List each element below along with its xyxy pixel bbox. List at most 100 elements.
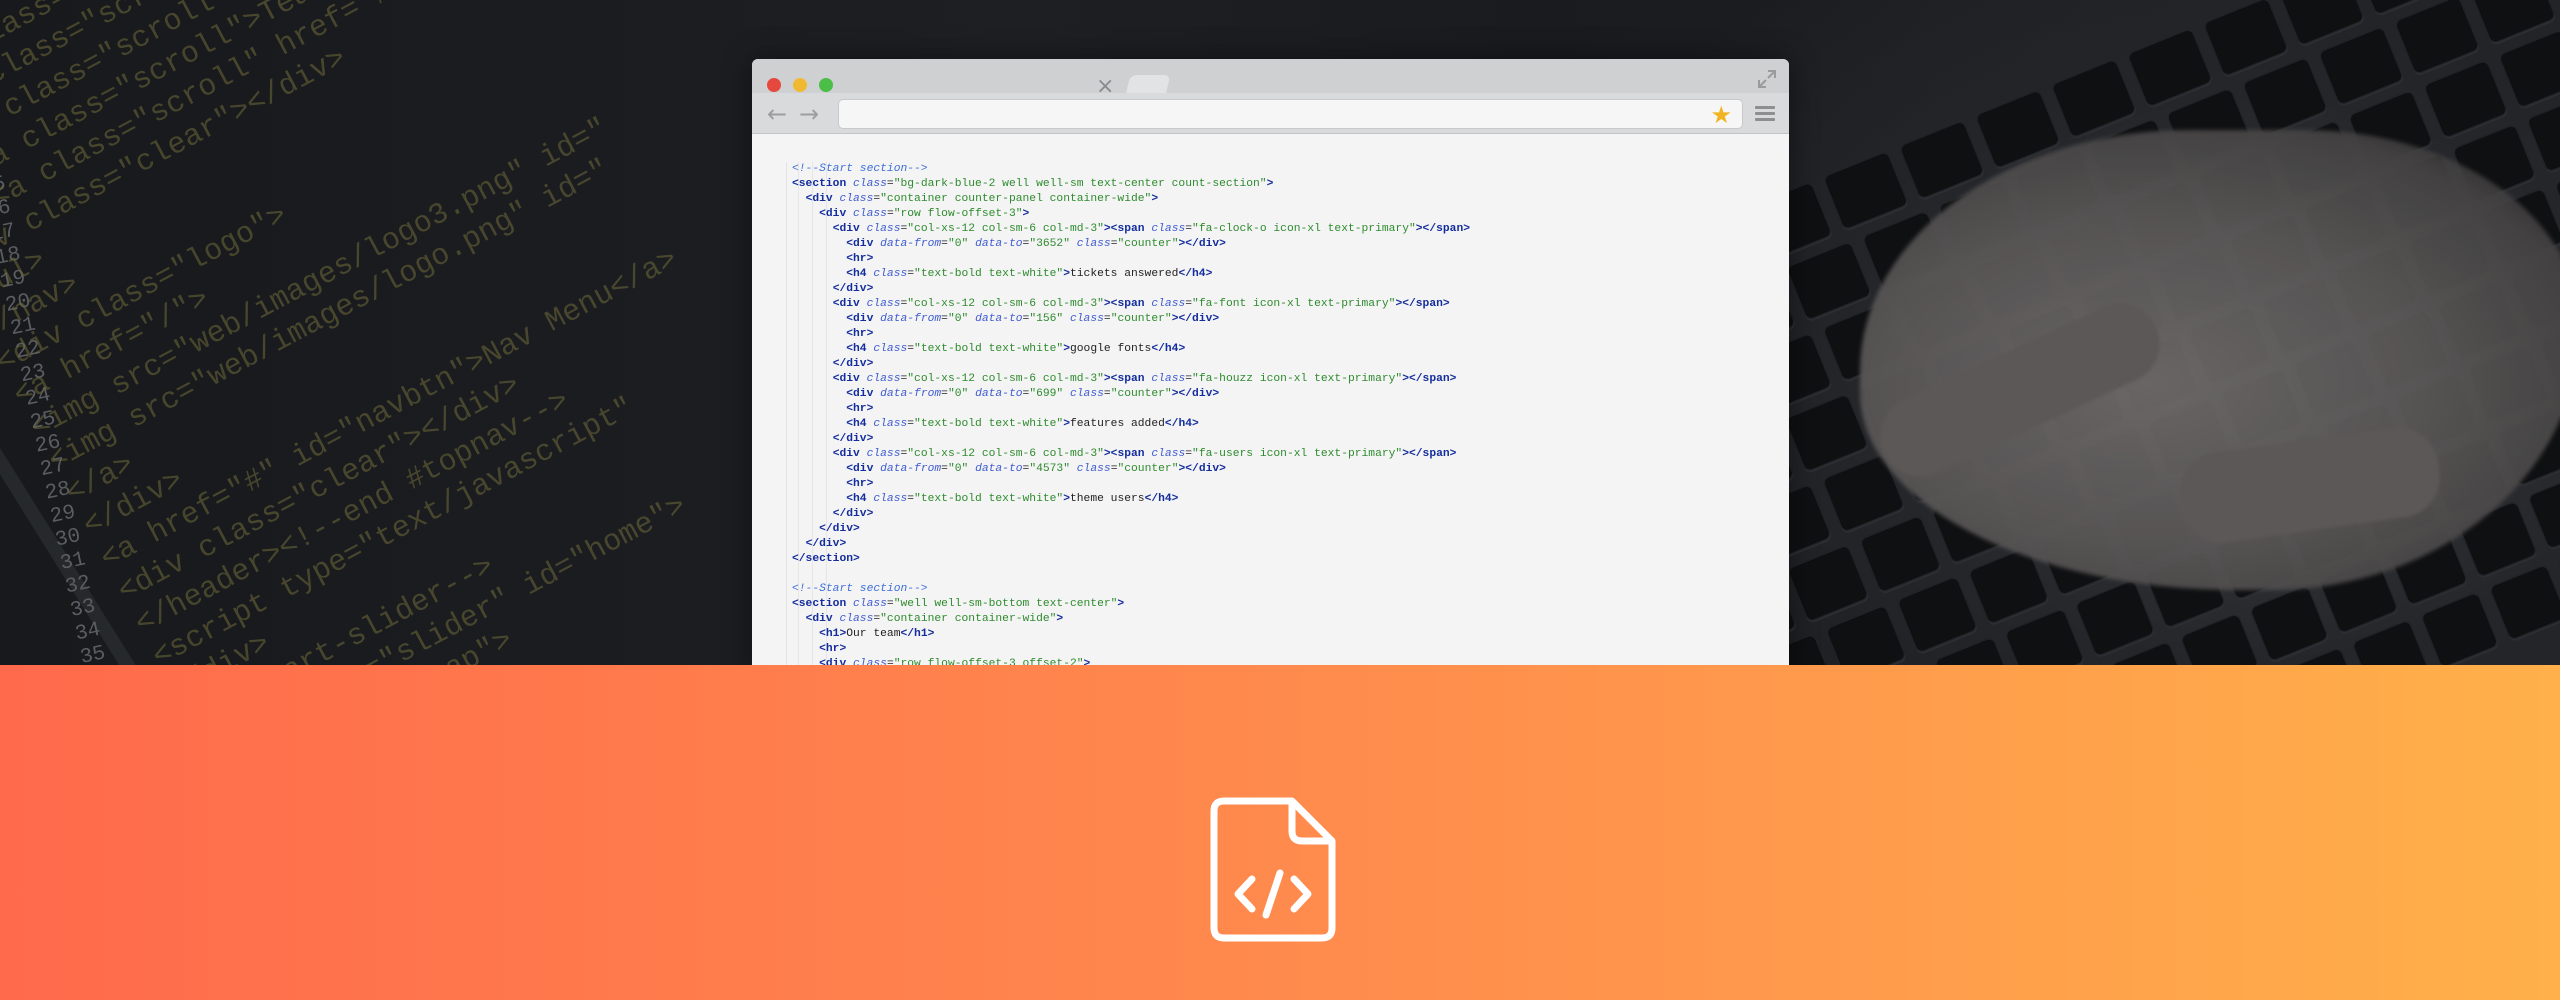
keyboard-key (2393, 0, 2481, 76)
keyboard-key (1824, 604, 1907, 665)
code-token: class (1151, 223, 1186, 235)
code-token: </section> (792, 553, 860, 565)
code-token: class (853, 178, 887, 190)
code-token: class (873, 418, 908, 430)
code-token: class (1070, 313, 1104, 325)
code-token: <section (792, 178, 854, 190)
back-arrow-icon[interactable]: ← (767, 102, 787, 126)
code-line: </div> (792, 537, 1789, 552)
hamburger-menu-icon[interactable] (1755, 106, 1775, 121)
code-token: data-from (880, 238, 942, 250)
code-token: features added (1069, 418, 1165, 430)
code-line: </div> (792, 282, 1789, 297)
code-token: ><span (1103, 298, 1152, 310)
keyboard-key (2317, 25, 2405, 106)
code-token: <div (805, 193, 840, 205)
keyboard-key (2074, 579, 2156, 658)
code-token: class (853, 208, 887, 220)
keyboard-key (2497, 29, 2560, 109)
keyboard-key (2419, 591, 2500, 665)
maximize-window-button[interactable] (819, 78, 833, 92)
code-line: <hr> (792, 252, 1789, 267)
code-token: <h4 (846, 343, 874, 355)
minimize-window-button[interactable] (793, 78, 807, 92)
code-line: <hr> (792, 402, 1789, 417)
code-token: data-to (975, 238, 1023, 250)
code-token: <div (819, 208, 854, 220)
code-token: > (1266, 178, 1274, 190)
code-token: class (873, 268, 908, 280)
code-token: "well well-sm-bottom text-center" (893, 598, 1118, 610)
code-line: <div data-from="0" data-to="699" class="… (792, 387, 1789, 402)
code-token: <div (846, 388, 881, 400)
code-token: <div (832, 448, 867, 460)
code-token: </h4> (1144, 493, 1179, 505)
code-line: <div class="container container-wide"> (792, 612, 1789, 627)
keyboard-key (2527, 472, 2560, 550)
keyboard-key (2422, 59, 2509, 140)
source-code: <!--Start section--> <section class="bg-d… (792, 162, 1789, 672)
code-line: </div> (792, 507, 1789, 522)
keyboard-key (1896, 575, 1979, 654)
code-token: theme users (1069, 493, 1145, 505)
code-line: <div class="col-xs-12 col-sm-6 col-md-3"… (792, 297, 1789, 312)
code-line: </div> (792, 357, 1789, 372)
code-token: <div (832, 223, 867, 235)
code-token: <hr> (846, 478, 874, 490)
code-line: <div data-from="0" data-to="3652" class=… (792, 237, 1789, 252)
code-token: </div> (832, 508, 874, 520)
code-token: "text-bold text-white" (914, 268, 1064, 280)
code-token: <h4 (846, 268, 874, 280)
code-token: <!--Start section--> (792, 583, 928, 595)
code-token: <div (846, 238, 881, 250)
code-line: <!--Start section--> (792, 582, 1789, 597)
code-token: class (1151, 298, 1186, 310)
file-code-icon (1210, 797, 1336, 942)
code-token: </h4> (1151, 343, 1186, 355)
code-token: Our team (846, 628, 901, 640)
new-tab-button[interactable] (1125, 75, 1171, 95)
code-token: ></div> (1178, 238, 1226, 250)
keyboard-key (2488, 563, 2560, 641)
address-bar[interactable]: ★ (838, 99, 1743, 129)
code-token: "699" (1029, 388, 1070, 400)
code-token: "container container-wide" (880, 613, 1057, 625)
code-token: </div> (832, 433, 874, 445)
code-token: <hr> (846, 403, 874, 415)
code-token: data-to (975, 388, 1023, 400)
browser-titlebar: × (752, 59, 1789, 98)
code-token: class (1070, 388, 1104, 400)
code-token: > (1151, 193, 1159, 205)
code-token: = (886, 178, 894, 190)
code-token: = (1103, 313, 1111, 325)
forward-arrow-icon[interactable]: → (799, 102, 819, 126)
code-line: <div data-from="0" data-to="4573" class=… (792, 462, 1789, 477)
code-line: <div class="col-xs-12 col-sm-6 col-md-3"… (792, 447, 1789, 462)
code-token: <h1> (819, 628, 847, 640)
fullscreen-icon[interactable] (1757, 69, 1777, 89)
code-token: > (1063, 268, 1070, 280)
code-line: <h4 class="text-bold text-white">feature… (792, 417, 1789, 432)
code-token: "col-xs-12 col-sm-6 col-md-3" (907, 223, 1104, 235)
code-token: = (886, 208, 894, 220)
code-token: google fonts (1069, 343, 1152, 355)
keyboard-key (1786, 544, 1870, 623)
code-line: <div data-from="0" data-to="156" class="… (792, 312, 1789, 327)
bookmark-star-icon[interactable]: ★ (1710, 102, 1732, 128)
code-token: = (941, 463, 948, 475)
code-token: ></div> (1171, 388, 1220, 400)
code-token: class (866, 298, 901, 310)
code-token: ></span> (1402, 373, 1457, 385)
code-token: <h4 (846, 493, 874, 505)
code-token: tickets answered (1069, 268, 1179, 280)
code-token: "counter" (1110, 313, 1172, 325)
code-token: ></div> (1178, 463, 1226, 475)
code-token: data-from (880, 463, 942, 475)
close-window-button[interactable] (767, 78, 781, 92)
keyboard-key (2241, 56, 2329, 137)
code-line: <div class="row flow-offset-3"> (792, 207, 1789, 222)
code-token: "3652" (1029, 238, 1077, 250)
code-token: <div (832, 298, 867, 310)
code-token: "counter" (1110, 388, 1172, 400)
code-token: "container counter-panel container-wide" (880, 193, 1152, 205)
